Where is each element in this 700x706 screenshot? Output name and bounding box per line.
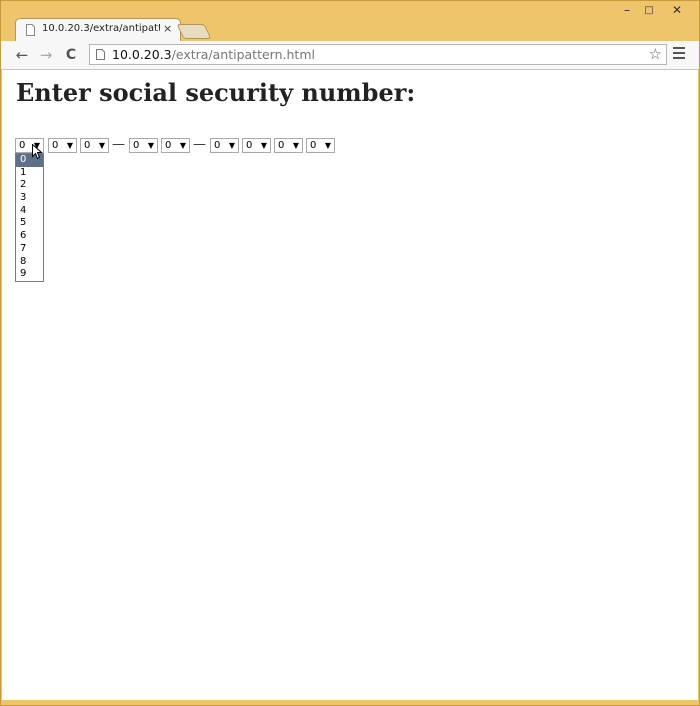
- ssn-digit-select-5[interactable]: 0 ▼: [161, 138, 190, 153]
- select-value: 0: [214, 140, 221, 151]
- dropdown-arrow-icon: ▼: [228, 141, 235, 150]
- back-icon[interactable]: ←: [12, 45, 32, 65]
- window-bottom-border: [1, 700, 699, 705]
- dropdown-arrow-icon: ▼: [292, 141, 299, 150]
- document-icon: [96, 49, 105, 60]
- menu-icon[interactable]: [673, 47, 685, 61]
- title-bar: 10.0.20.3/extra/antipattern.html × – □ ✕: [1, 1, 699, 41]
- dropdown-option[interactable]: 7: [16, 243, 43, 256]
- tab-title: 10.0.20.3/extra/antipattern.html: [42, 23, 160, 34]
- ssn-digit-select-7[interactable]: 0 ▼: [242, 138, 271, 153]
- tab-active[interactable]: 10.0.20.3/extra/antipattern.html ×: [15, 18, 181, 41]
- tab-close-icon[interactable]: ×: [163, 22, 172, 35]
- dropdown-arrow-icon: ▼: [179, 141, 186, 150]
- mouse-cursor-icon: [32, 144, 42, 160]
- page-icon: [26, 24, 35, 36]
- reload-icon[interactable]: C: [61, 45, 81, 65]
- url-path: /extra/antipattern.html: [171, 47, 315, 62]
- select-value: 0: [278, 140, 285, 151]
- dropdown-option[interactable]: 6: [16, 230, 43, 243]
- ssn-digit-select-6[interactable]: 0 ▼: [210, 138, 239, 153]
- digit-dropdown-list: 0 1 2 3 4 5 6 7 8 9: [15, 153, 44, 282]
- page-content: Enter social security number: 0 ▼ 0 ▼ 0 …: [2, 70, 698, 700]
- dropdown-arrow-icon: ▼: [66, 141, 73, 150]
- dropdown-option[interactable]: 1: [16, 167, 43, 180]
- dropdown-option[interactable]: 8: [16, 256, 43, 269]
- select-value: 0: [19, 140, 26, 151]
- dropdown-arrow-icon: ▼: [147, 141, 154, 150]
- dropdown-option[interactable]: 3: [16, 192, 43, 205]
- ssn-digit-select-2[interactable]: 0 ▼: [48, 138, 77, 153]
- address-bar[interactable]: 10.0.20.3/extra/antipattern.html ☆: [89, 44, 667, 65]
- url-host: 10.0.20.3: [112, 47, 172, 62]
- page-heading: Enter social security number:: [16, 78, 416, 107]
- select-value: 0: [310, 140, 317, 151]
- maximize-icon[interactable]: □: [635, 5, 663, 16]
- ssn-digit-select-8[interactable]: 0 ▼: [274, 138, 303, 153]
- close-window-icon[interactable]: ✕: [663, 3, 691, 17]
- separator-dash: —: [112, 137, 125, 152]
- new-tab-button[interactable]: [176, 24, 212, 39]
- select-value: 0: [133, 140, 140, 151]
- ssn-digit-select-4[interactable]: 0 ▼: [129, 138, 158, 153]
- browser-window: 10.0.20.3/extra/antipattern.html × – □ ✕…: [0, 0, 700, 706]
- forward-icon[interactable]: →: [36, 45, 56, 65]
- select-value: 0: [84, 140, 91, 151]
- select-value: 0: [246, 140, 253, 151]
- bookmark-star-icon[interactable]: ☆: [649, 45, 662, 63]
- dropdown-option[interactable]: 2: [16, 179, 43, 192]
- url-text: 10.0.20.3/extra/antipattern.html: [112, 47, 315, 62]
- dropdown-option[interactable]: 5: [16, 217, 43, 230]
- select-value: 0: [52, 140, 59, 151]
- select-value: 0: [165, 140, 172, 151]
- browser-toolbar: ← → C 10.0.20.3/extra/antipattern.html ☆: [1, 41, 699, 70]
- ssn-digit-select-3[interactable]: 0 ▼: [80, 138, 109, 153]
- dropdown-arrow-icon: ▼: [324, 141, 331, 150]
- dropdown-arrow-icon: ▼: [260, 141, 267, 150]
- dropdown-option[interactable]: 4: [16, 205, 43, 218]
- dropdown-arrow-icon: ▼: [98, 141, 105, 150]
- dropdown-option[interactable]: 9: [16, 268, 43, 281]
- ssn-digit-select-9[interactable]: 0 ▼: [306, 138, 335, 153]
- separator-dash: —: [193, 137, 206, 152]
